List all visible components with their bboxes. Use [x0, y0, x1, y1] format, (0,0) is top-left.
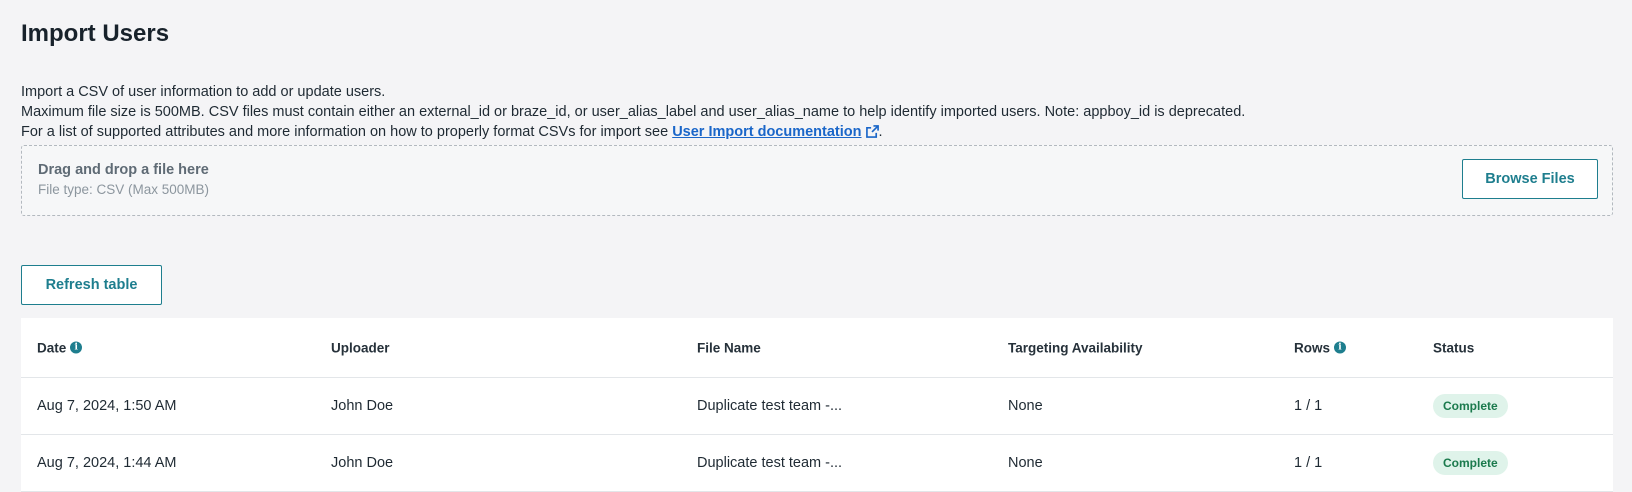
cell-targeting-availability: None — [1008, 398, 1043, 414]
cell-targeting-availability: None — [1008, 455, 1043, 471]
description-line-3: For a list of supported attributes and m… — [21, 122, 1611, 144]
info-icon[interactable]: i — [70, 341, 83, 354]
browse-files-button[interactable]: Browse Files — [1462, 159, 1598, 199]
column-header-rows-label: Rows — [1294, 340, 1331, 355]
column-header-status: Status — [1433, 340, 1475, 355]
cell-status: Complete — [1433, 394, 1508, 418]
cell-rows: 1 / 1 — [1294, 398, 1323, 414]
table-header-row: Date i Uploader File Name Targeting Avail… — [21, 318, 1613, 378]
cell-file-name[interactable]: Duplicate test team -... — [697, 398, 842, 414]
column-header-targeting-availability: Targeting Availability — [1008, 340, 1143, 355]
status-badge: Complete — [1433, 394, 1508, 418]
file-dropzone[interactable]: Drag and drop a file here File type: CSV… — [21, 145, 1613, 216]
column-header-date-label: Date — [37, 340, 67, 355]
column-header-rows: Rows i — [1294, 340, 1347, 355]
dropzone-subtitle: File type: CSV (Max 500MB) — [38, 182, 210, 197]
table-row[interactable]: Aug 7, 2024, 1:50 AM John Doe Duplicate … — [21, 378, 1613, 435]
column-header-date: Date i — [37, 340, 83, 355]
user-import-documentation-link[interactable]: User Import documentation — [672, 124, 879, 140]
cell-uploader: John Doe — [331, 398, 394, 414]
cell-uploader: John Doe — [331, 455, 394, 471]
table-row[interactable]: Aug 7, 2024, 1:44 AM John Doe Duplicate … — [21, 435, 1613, 492]
status-badge: Complete — [1433, 451, 1508, 475]
column-header-file-name: File Name — [697, 340, 761, 355]
doc-link-label: User Import documentation — [672, 124, 862, 140]
description-line-3-suffix: . — [878, 124, 883, 140]
page-description: Import a CSV of user information to add … — [21, 82, 1611, 144]
description-line-1: Import a CSV of user information to add … — [21, 84, 386, 100]
page-title: Import Users — [21, 20, 170, 47]
imports-table: Date i Uploader File Name Targeting Avail… — [21, 318, 1613, 492]
cell-status: Complete — [1433, 451, 1508, 475]
cell-date: Aug 7, 2024, 1:50 AM — [37, 398, 177, 414]
column-header-uploader: Uploader — [331, 340, 390, 355]
cell-rows: 1 / 1 — [1294, 455, 1323, 471]
external-link-icon — [865, 124, 879, 144]
refresh-table-button[interactable]: Refresh table — [21, 265, 162, 305]
description-line-3-prefix: For a list of supported attributes and m… — [21, 124, 673, 140]
info-icon[interactable]: i — [1334, 341, 1347, 354]
cell-date: Aug 7, 2024, 1:44 AM — [37, 455, 177, 471]
import-users-page: Import Users Import a CSV of user inform… — [0, 0, 1632, 492]
cell-file-name[interactable]: Duplicate test team -... — [697, 455, 842, 471]
dropzone-title: Drag and drop a file here — [38, 162, 209, 178]
description-line-2: Maximum file size is 500MB. CSV files mu… — [21, 104, 1246, 120]
